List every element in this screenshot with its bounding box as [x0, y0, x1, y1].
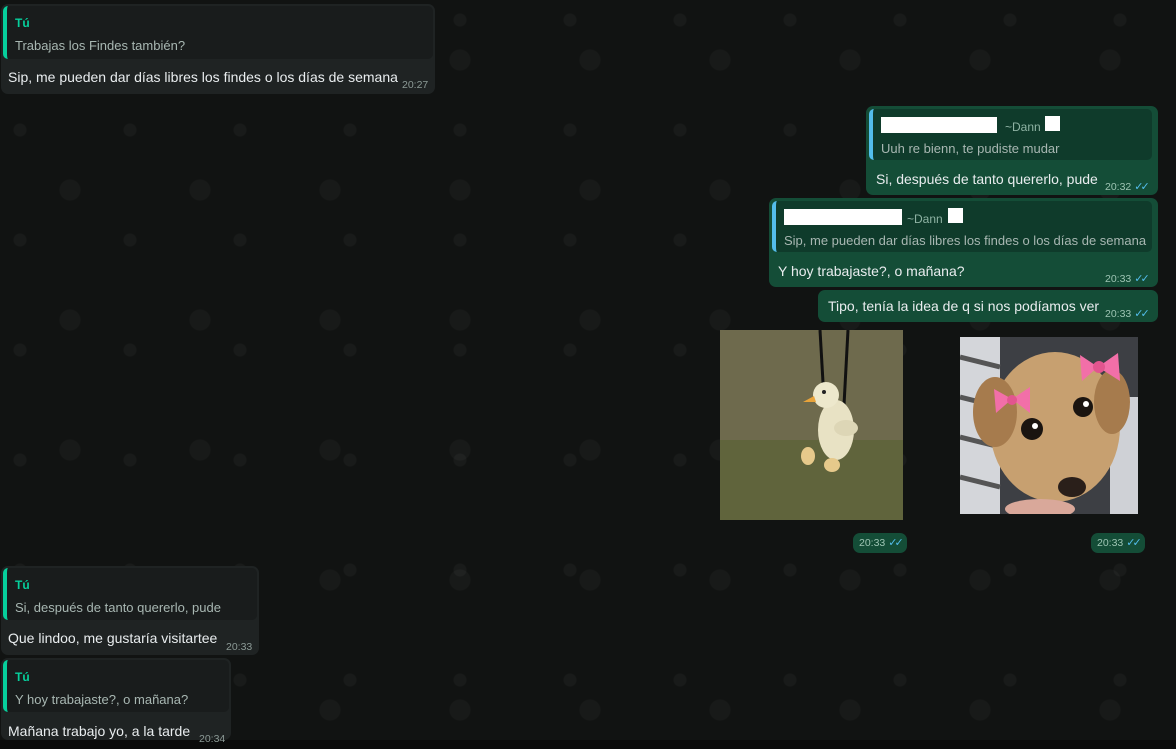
- redacted-contact-name: [881, 117, 997, 133]
- quote-author: Tú: [15, 670, 30, 684]
- quoted-reply[interactable]: ~Dann Sip, me pueden dar días libres los…: [772, 201, 1152, 252]
- quoted-reply[interactable]: Tú Trabajas los Findes también?: [3, 6, 433, 59]
- message-time: 20:33: [226, 641, 253, 653]
- quoted-reply[interactable]: Tú Si, después de tanto quererlo, pude: [3, 568, 257, 620]
- message-time: 20:32 ✓✓: [1105, 181, 1150, 193]
- message-text: Sip, me pueden dar días libres los finde…: [8, 69, 398, 85]
- puppy-illustration: [960, 337, 1138, 514]
- quoted-reply[interactable]: Tú Y hoy trabajaste?, o mañana?: [3, 660, 229, 712]
- quote-author: Tú: [15, 16, 30, 30]
- message-text: Tipo, tenía la idea de q si nos podíamos…: [828, 298, 1100, 314]
- quoted-reply[interactable]: ~Dann Uuh re bienn, te pudiste mudar: [869, 109, 1152, 160]
- incoming-message-2[interactable]: Tú Si, después de tanto quererlo, pude Q…: [1, 566, 259, 655]
- quote-text: Si, después de tanto quererlo, pude: [15, 600, 221, 615]
- message-text: Que lindoo, me gustaría visitartee: [8, 630, 218, 646]
- quote-text: Y hoy trabajaste?, o mañana?: [15, 692, 189, 707]
- read-ticks-icon: ✓✓: [1126, 537, 1142, 549]
- incoming-message-1[interactable]: Tú Trabajas los Findes también? Sip, me …: [1, 4, 435, 94]
- message-time: 20:27: [402, 79, 429, 91]
- duck-keychain-photo[interactable]: [720, 330, 903, 520]
- redacted-avatar: [1045, 116, 1060, 131]
- quote-author: Tú: [15, 578, 30, 592]
- quote-text: Uuh re bienn, te pudiste mudar: [881, 141, 1060, 156]
- message-time: 20:33 ✓✓: [1105, 273, 1150, 285]
- image-time-badge: 20:33 ✓✓: [853, 533, 907, 553]
- outgoing-message-3[interactable]: Tipo, tenía la idea de q si nos podíamos…: [818, 290, 1158, 322]
- quote-contact-name: ~Dann: [907, 212, 943, 226]
- read-ticks-icon: ✓✓: [1134, 273, 1150, 285]
- read-ticks-icon: ✓✓: [1134, 181, 1150, 193]
- redacted-contact-name: [784, 209, 902, 225]
- quote-contact-name: ~Dann: [1005, 120, 1041, 134]
- message-time: 20:33 ✓✓: [1105, 308, 1150, 320]
- read-ticks-icon: ✓✓: [1134, 308, 1150, 320]
- puppy-with-bows-photo[interactable]: [960, 337, 1138, 514]
- image-time-badge: 20:33 ✓✓: [1091, 533, 1145, 553]
- quote-text: Trabajas los Findes también?: [15, 38, 186, 53]
- quote-text: Sip, me pueden dar días libres los finde…: [784, 233, 1147, 248]
- incoming-message-3[interactable]: Tú Y hoy trabajaste?, o mañana? Mañana t…: [1, 658, 231, 745]
- message-text: Mañana trabajo yo, a la tarde: [8, 723, 191, 739]
- duck-keychain-illustration: [720, 330, 903, 520]
- read-ticks-icon: ✓✓: [888, 537, 904, 549]
- outgoing-message-1[interactable]: ~Dann Uuh re bienn, te pudiste mudar Si,…: [866, 106, 1158, 195]
- message-text: Y hoy trabajaste?, o mañana?: [778, 263, 965, 279]
- message-text: Si, después de tanto quererlo, pude: [876, 171, 1098, 187]
- redacted-avatar: [948, 208, 963, 223]
- outgoing-message-2[interactable]: ~Dann Sip, me pueden dar días libres los…: [769, 198, 1158, 287]
